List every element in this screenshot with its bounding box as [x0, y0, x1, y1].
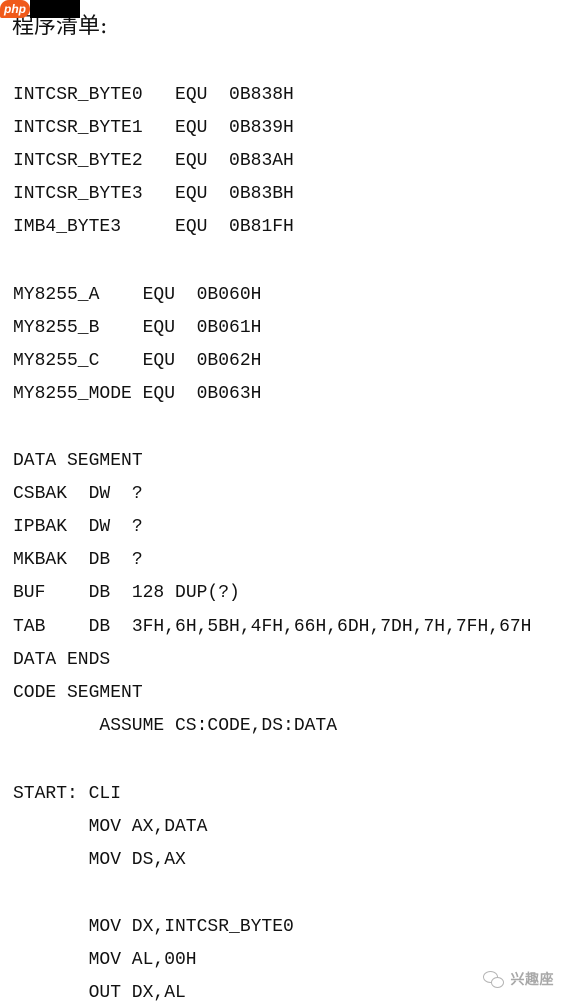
- code-line: MY8255_MODE EQU 0B063H: [13, 384, 262, 404]
- code-line: MKBAK DB ?: [13, 550, 143, 570]
- code-line: CSBAK DW ?: [13, 484, 143, 504]
- code-line: OUT DX,AL: [88, 983, 186, 1003]
- site-logo: php: [0, 0, 80, 18]
- code-line: MOV DS,AX: [88, 850, 186, 870]
- code-line: MOV AX,DATA: [88, 817, 208, 837]
- code-line: INTCSR_BYTE1 EQU 0B839H: [13, 118, 294, 138]
- code-line: CODE SEGMENT: [13, 683, 143, 703]
- code-line: DATA ENDS: [13, 650, 111, 670]
- code-line: MY8255_A EQU 0B060H: [13, 285, 262, 305]
- watermark: 兴趣座: [482, 969, 555, 989]
- code-line: START: CLI: [13, 784, 122, 804]
- watermark-label: 兴趣座: [510, 971, 554, 987]
- code-line: ASSUME CS:CODE,DS:DATA: [99, 716, 338, 736]
- code-line: BUF DB 128 DUP(?): [13, 583, 240, 603]
- code-line: IPBAK DW ?: [13, 517, 143, 537]
- php-logo-badge: php: [0, 0, 30, 18]
- code-line: MY8255_B EQU 0B061H: [13, 318, 262, 338]
- code-line: MOV DX,INTCSR_BYTE0: [88, 917, 294, 937]
- code-line: DATA SEGMENT: [13, 451, 143, 471]
- code-line: MY8255_C EQU 0B062H: [13, 351, 262, 371]
- code-line: INTCSR_BYTE3 EQU 0B83BH: [13, 184, 294, 204]
- code-line: TAB DB 3FH,6H,5BH,4FH,66H,6DH,7DH,7H,7FH…: [13, 617, 532, 637]
- code-line: INTCSR_BYTE0 EQU 0B838H: [13, 85, 294, 105]
- code-line: MOV AL,00H: [88, 950, 197, 970]
- code-line: INTCSR_BYTE2 EQU 0B83AH: [13, 151, 294, 171]
- wechat-icon: [482, 970, 505, 988]
- code-line: IMB4_BYTE3 EQU 0B81FH: [13, 217, 294, 237]
- redaction-bar: [30, 0, 80, 18]
